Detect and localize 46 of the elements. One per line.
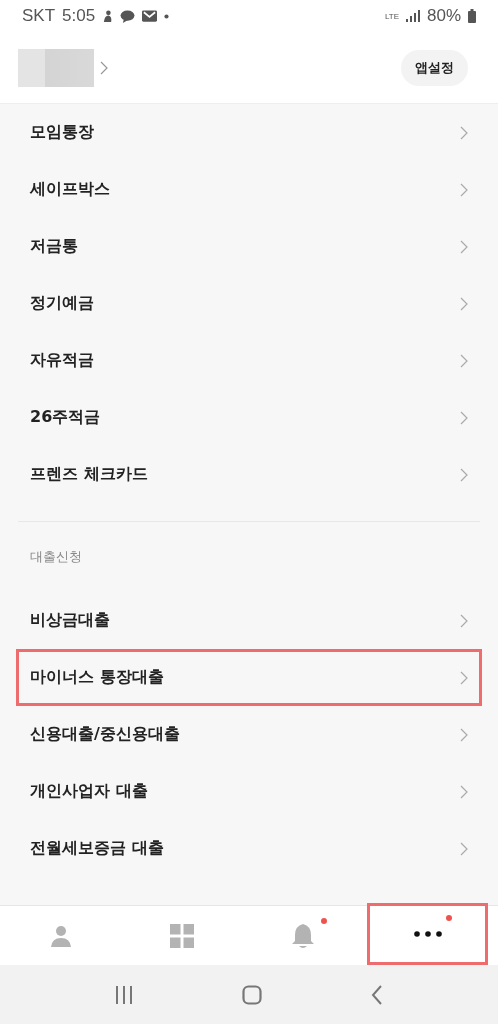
blurred-name[interactable] [18,48,94,87]
mail-icon [142,10,158,22]
chevron-icon [460,784,468,799]
clock: 5:05 [62,6,96,26]
menu-item[interactable]: 26주적금 [0,389,498,446]
settings-button[interactable]: 앱설정 [401,49,468,86]
menu-item[interactable]: 프렌즈 체크카드 [0,446,498,503]
menu-item[interactable]: 비상금대출 [0,592,498,649]
menu-item[interactable]: 자유적금 [0,332,498,389]
chevron-icon [460,727,468,742]
menu-item[interactable]: 세이프박스 [0,161,498,218]
menu-item[interactable]: 신용대출/중신용대출 [0,706,498,763]
chevron-icon [460,125,468,140]
menu-item[interactable]: 저금통 [0,218,498,275]
chevron-icon [460,182,468,197]
battery-level: 80% [426,6,461,26]
chevron-icon [460,670,468,685]
menu-item[interactable]: 모임통장 [0,104,498,161]
chevron-icon [460,239,468,254]
chevron-icon [460,353,468,368]
chevron-icon [100,60,108,75]
carrier: SKT [22,6,56,26]
menu-item[interactable]: 개인사업자 대출 [0,763,498,820]
nav-tab[interactable] [367,903,488,965]
chevron-icon [460,613,468,628]
chevron-icon [460,296,468,311]
home-icon [242,984,262,1005]
grid-icon [169,923,194,948]
signal-icon [405,10,420,22]
notification-icon [102,9,114,23]
more-icon [413,931,442,937]
person-icon [48,923,73,948]
menu-item[interactable]: 정기예금 [0,275,498,332]
dot-icon [164,13,170,19]
section-title: 대출신청 [29,548,83,566]
chevron-icon [460,841,468,856]
menu-item[interactable]: 전월세보증금 대출 [0,820,498,877]
battery-icon [468,9,476,23]
bell-icon [290,922,315,949]
back-icon [371,984,384,1005]
chevron-icon [460,467,468,482]
menu-item[interactable]: 마이너스 통장대출 [16,649,482,706]
network-type: LTE [384,11,399,21]
chat-bubble-icon [120,9,136,23]
chevron-icon [460,410,468,425]
recent-apps-icon [114,984,133,1005]
